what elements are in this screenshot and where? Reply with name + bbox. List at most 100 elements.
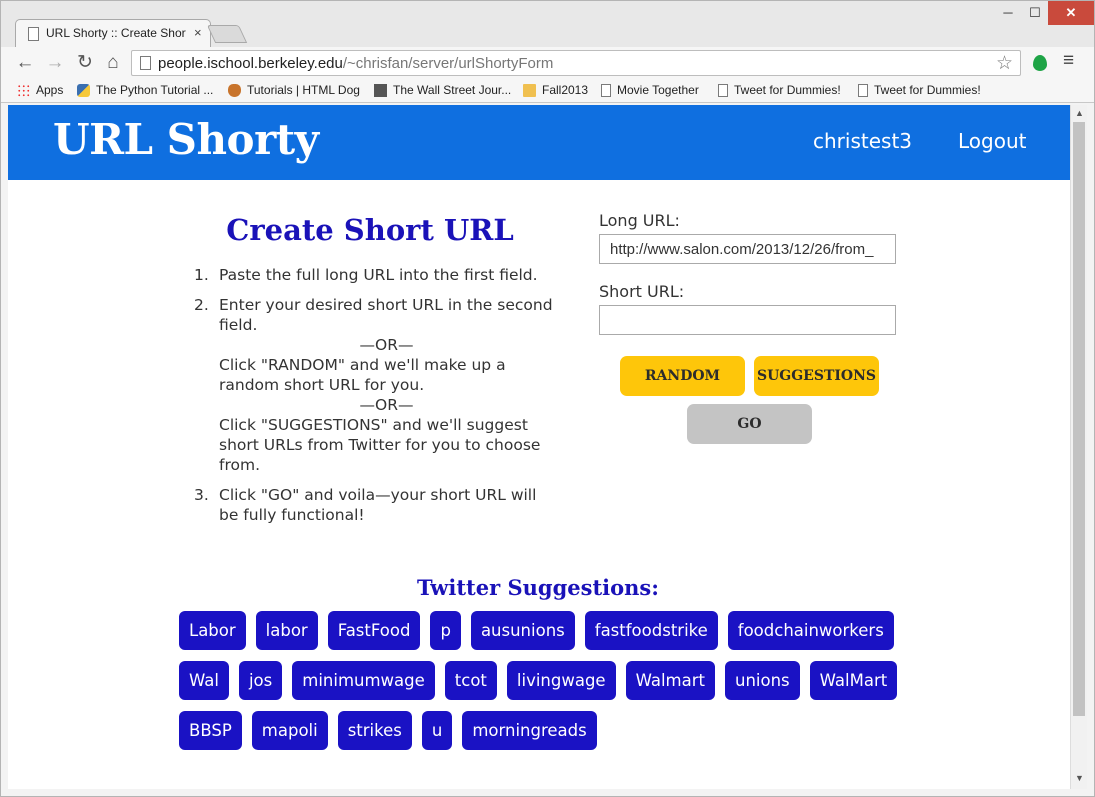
bookmark-wsj[interactable]: The Wall Street Jour... [374, 83, 511, 97]
step-number: 3. [194, 486, 209, 504]
suggestion-tag[interactable]: BBSP [179, 711, 242, 750]
menu-icon[interactable]: ≡ [1063, 50, 1074, 72]
bookmark-label: Apps [36, 83, 64, 97]
suggestion-tag[interactable]: unions [725, 661, 800, 700]
tab-title: URL Shorty :: Create Short [46, 26, 186, 40]
minimize-icon[interactable]: ─ [994, 1, 1022, 25]
reload-icon[interactable]: ↻ [73, 51, 97, 75]
bookmark-label: The Python Tutorial ... [96, 83, 214, 97]
bookmark-htmldog[interactable]: Tutorials | HTML Dog [228, 83, 360, 97]
suggestion-tag[interactable]: jos [238, 661, 283, 700]
suggestion-tag[interactable]: foodchainworkers [727, 611, 894, 650]
browser-tab[interactable]: URL Shorty :: Create Short × [15, 19, 211, 47]
page-icon [718, 83, 728, 97]
step-text: Click "SUGGESTIONS" and we'll suggest sh… [219, 416, 541, 474]
suggestion-tag[interactable]: Labor [179, 611, 246, 650]
logout-link[interactable]: Logout [958, 129, 1026, 153]
bookmark-label: Tweet for Dummies! [874, 83, 981, 97]
apps-icon [17, 83, 30, 97]
vertical-scrollbar[interactable]: ▲ ▼ [1070, 105, 1087, 789]
suggestions-heading: Twitter Suggestions: [416, 575, 660, 600]
page-icon [140, 56, 151, 70]
suggestion-tag[interactable]: mapoli [251, 711, 328, 750]
folder-icon [523, 83, 536, 97]
tab-close-icon[interactable]: × [194, 25, 202, 40]
step-number: 1. [194, 266, 209, 284]
bookmark-movie-together[interactable]: Movie Together [601, 83, 699, 97]
step-text: Click "GO" and voila—your short URL will… [219, 486, 537, 524]
address-bar[interactable]: people.ischool.berkeley.edu/~chrisfan/se… [131, 50, 1021, 76]
suggestion-tag[interactable]: u [421, 711, 453, 750]
bookmark-label: Tweet for Dummies! [734, 83, 841, 97]
short-url-input[interactable] [599, 305, 896, 335]
step-number: 2. [194, 296, 209, 314]
suggestion-tag[interactable]: FastFood [327, 611, 421, 650]
list-item: 2. Enter your desired short URL in the s… [194, 295, 554, 475]
forward-arrow-icon[interactable]: → [43, 51, 67, 75]
suggestion-tag[interactable]: WalMart [809, 661, 898, 700]
suggestion-tag[interactable]: p [430, 611, 461, 650]
site-header: URL Shorty christest3 Logout [8, 105, 1070, 180]
maximize-icon[interactable]: ☐ [1022, 1, 1048, 25]
bookmark-fall2013[interactable]: Fall2013 [523, 83, 588, 97]
page-title: Create Short URL [226, 213, 514, 247]
site-title[interactable]: URL Shorty [53, 115, 319, 164]
wsj-icon [374, 83, 387, 97]
scrollbar-thumb[interactable] [1073, 122, 1085, 716]
list-item: 3. Click "GO" and voila—your short URL w… [194, 485, 554, 525]
long-url-label: Long URL: [599, 211, 680, 230]
browser-toolbar: ← → ↻ ⌂ people.ischool.berkeley.edu/~chr… [1, 47, 1094, 79]
username-link[interactable]: christest3 [813, 129, 912, 153]
new-tab-button[interactable] [206, 25, 248, 43]
suggestion-tag[interactable]: minimumwage [292, 661, 435, 700]
bookmark-label: Movie Together [617, 83, 699, 97]
suggestion-tags: Labor labor FastFood p ausunions fastfoo… [179, 611, 919, 761]
bookmark-tweet-2[interactable]: Tweet for Dummies! [858, 83, 981, 97]
scroll-down-icon[interactable]: ▼ [1075, 773, 1084, 783]
bookmark-apps[interactable]: Apps [17, 83, 63, 97]
or-separator: —OR— [359, 396, 414, 414]
bookmarks-bar: Apps The Python Tutorial ... Tutorials |… [1, 79, 1094, 103]
tab-strip: URL Shorty :: Create Short × ─ ☐ ✕ [1, 1, 1094, 47]
page-icon [601, 83, 611, 97]
back-arrow-icon[interactable]: ← [13, 51, 37, 75]
extension-icon[interactable] [1033, 55, 1047, 71]
suggestion-tag[interactable]: livingwage [506, 661, 616, 700]
step-text: Click "RANDOM" and we'll make up a rando… [219, 356, 506, 394]
home-icon[interactable]: ⌂ [101, 51, 125, 75]
step-text: Enter your desired short URL in the seco… [219, 296, 553, 334]
suggestion-tag[interactable]: strikes [337, 711, 412, 750]
short-url-label: Short URL: [599, 282, 685, 301]
or-separator: —OR— [359, 336, 414, 354]
scroll-up-icon[interactable]: ▲ [1075, 108, 1084, 118]
list-item: 1. Paste the full long URL into the firs… [194, 265, 554, 285]
instructions-list: 1. Paste the full long URL into the firs… [194, 265, 554, 535]
close-window-icon[interactable]: ✕ [1048, 1, 1094, 25]
address-url[interactable]: people.ischool.berkeley.edu/~chrisfan/se… [158, 55, 553, 72]
random-button[interactable]: RANDOM [620, 356, 745, 396]
page-icon [858, 83, 868, 97]
bookmark-tweet-1[interactable]: Tweet for Dummies! [718, 83, 841, 97]
suggestions-button[interactable]: SUGGESTIONS [754, 356, 879, 396]
bookmark-label: Tutorials | HTML Dog [247, 83, 360, 97]
suggestion-tag[interactable]: Wal [179, 661, 229, 700]
bookmark-star-icon[interactable]: ☆ [996, 52, 1013, 75]
page-icon [28, 27, 39, 41]
suggestion-tag[interactable]: morningreads [462, 711, 597, 750]
htmldog-icon [228, 83, 241, 97]
suggestion-tag[interactable]: fastfoodstrike [584, 611, 718, 650]
step-text: Paste the full long URL into the first f… [219, 266, 538, 284]
url-path: /~chrisfan/server/urlShortyForm [342, 55, 554, 72]
bookmark-label: The Wall Street Jour... [393, 83, 512, 97]
suggestion-tag[interactable]: Walmart [625, 661, 715, 700]
go-button[interactable]: GO [687, 404, 812, 444]
long-url-input[interactable]: http://www.salon.com/2013/12/26/from_ [599, 234, 896, 264]
page-viewport: URL Shorty christest3 Logout Create Shor… [8, 105, 1070, 789]
url-host: people.ischool.berkeley.edu [158, 55, 343, 72]
suggestion-tag[interactable]: tcot [444, 661, 497, 700]
bookmark-python[interactable]: The Python Tutorial ... [77, 83, 213, 97]
bookmark-label: Fall2013 [542, 83, 589, 97]
python-icon [77, 83, 90, 97]
suggestion-tag[interactable]: ausunions [470, 611, 575, 650]
suggestion-tag[interactable]: labor [255, 611, 318, 650]
